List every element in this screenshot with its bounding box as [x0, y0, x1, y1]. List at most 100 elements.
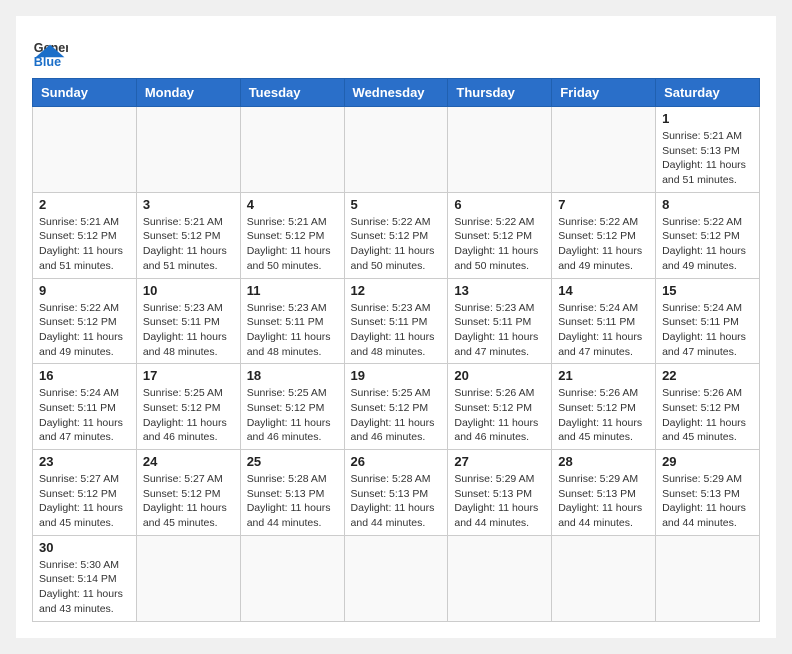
calendar-cell: [448, 107, 552, 193]
day-info: Sunrise: 5:22 AM Sunset: 5:12 PM Dayligh…: [39, 301, 130, 360]
day-info: Sunrise: 5:22 AM Sunset: 5:12 PM Dayligh…: [454, 215, 545, 274]
page-header: General Blue: [32, 32, 760, 68]
day-info: Sunrise: 5:21 AM Sunset: 5:12 PM Dayligh…: [247, 215, 338, 274]
col-header-monday: Monday: [136, 79, 240, 107]
day-number: 19: [351, 368, 442, 383]
day-number: 2: [39, 197, 130, 212]
calendar-cell: 30Sunrise: 5:30 AM Sunset: 5:14 PM Dayli…: [33, 535, 137, 621]
day-number: 5: [351, 197, 442, 212]
day-number: 11: [247, 283, 338, 298]
day-info: Sunrise: 5:27 AM Sunset: 5:12 PM Dayligh…: [39, 472, 130, 531]
day-info: Sunrise: 5:23 AM Sunset: 5:11 PM Dayligh…: [454, 301, 545, 360]
calendar-cell: 21Sunrise: 5:26 AM Sunset: 5:12 PM Dayli…: [552, 364, 656, 450]
col-header-sunday: Sunday: [33, 79, 137, 107]
calendar-cell: 22 Sunrise: 5:26 AM Sunset: 5:12 PM Dayli…: [656, 364, 760, 450]
day-info: Sunrise: 5:22 AM Sunset: 5:12 PM Dayligh…: [662, 215, 753, 274]
day-number: 27: [454, 454, 545, 469]
day-info: Sunrise: 5:27 AM Sunset: 5:12 PM Dayligh…: [143, 472, 234, 531]
calendar-cell: [33, 107, 137, 193]
calendar-cell: 25 Sunrise: 5:28 AM Sunset: 5:13 PM Dayli…: [240, 450, 344, 536]
day-number: 1: [662, 111, 753, 126]
calendar-cell: [344, 535, 448, 621]
day-number: 20: [454, 368, 545, 383]
calendar-cell: 2 Sunrise: 5:21 AM Sunset: 5:12 PM Daylig…: [33, 192, 137, 278]
day-info: Sunrise: 5:21 AM Sunset: 5:12 PM Dayligh…: [143, 215, 234, 274]
day-info: Sunrise: 5:25 AM Sunset: 5:12 PM Dayligh…: [351, 386, 442, 445]
day-info: Sunrise: 5:28 AM Sunset: 5:13 PM Dayligh…: [247, 472, 338, 531]
day-number: 4: [247, 197, 338, 212]
calendar-week-5: 23 Sunrise: 5:27 AM Sunset: 5:12 PM Dayli…: [33, 450, 760, 536]
calendar-cell: 6 Sunrise: 5:22 AM Sunset: 5:12 PM Daylig…: [448, 192, 552, 278]
calendar-cell: 4 Sunrise: 5:21 AM Sunset: 5:12 PM Daylig…: [240, 192, 344, 278]
calendar-cell: 16 Sunrise: 5:24 AM Sunset: 5:11 PM Dayli…: [33, 364, 137, 450]
calendar-week-6: 30Sunrise: 5:30 AM Sunset: 5:14 PM Dayli…: [33, 535, 760, 621]
day-info: Sunrise: 5:25 AM Sunset: 5:12 PM Dayligh…: [143, 386, 234, 445]
day-number: 16: [39, 368, 130, 383]
day-number: 18: [247, 368, 338, 383]
calendar-cell: 15 Sunrise: 5:24 AM Sunset: 5:11 PM Dayli…: [656, 278, 760, 364]
day-info: Sunrise: 5:26 AM Sunset: 5:12 PM Dayligh…: [662, 386, 753, 445]
calendar-cell: 10 Sunrise: 5:23 AM Sunset: 5:11 PM Dayli…: [136, 278, 240, 364]
calendar-cell: 8 Sunrise: 5:22 AM Sunset: 5:12 PM Daylig…: [656, 192, 760, 278]
day-info: Sunrise: 5:24 AM Sunset: 5:11 PM Dayligh…: [558, 301, 649, 360]
calendar-table: SundayMondayTuesdayWednesdayThursdayFrid…: [32, 78, 760, 622]
calendar-cell: 29Sunrise: 5:29 AM Sunset: 5:13 PM Dayli…: [656, 450, 760, 536]
calendar-cell: [344, 107, 448, 193]
calendar-week-2: 2 Sunrise: 5:21 AM Sunset: 5:12 PM Daylig…: [33, 192, 760, 278]
calendar-cell: 27Sunrise: 5:29 AM Sunset: 5:13 PM Dayli…: [448, 450, 552, 536]
day-info: Sunrise: 5:22 AM Sunset: 5:12 PM Dayligh…: [558, 215, 649, 274]
logo: General Blue: [32, 32, 72, 68]
day-number: 14: [558, 283, 649, 298]
day-info: Sunrise: 5:21 AM Sunset: 5:13 PM Dayligh…: [662, 129, 753, 188]
col-header-wednesday: Wednesday: [344, 79, 448, 107]
day-number: 15: [662, 283, 753, 298]
day-number: 25: [247, 454, 338, 469]
calendar-cell: 28 Sunrise: 5:29 AM Sunset: 5:13 PM Dayli…: [552, 450, 656, 536]
day-info: Sunrise: 5:28 AM Sunset: 5:13 PM Dayligh…: [351, 472, 442, 531]
calendar-cell: 19 Sunrise: 5:25 AM Sunset: 5:12 PM Dayli…: [344, 364, 448, 450]
day-info: Sunrise: 5:29 AM Sunset: 5:13 PM Dayligh…: [662, 472, 753, 531]
calendar-page: General Blue SundayMondayTuesdayWednesda…: [16, 16, 776, 638]
calendar-cell: [136, 107, 240, 193]
calendar-cell: 13Sunrise: 5:23 AM Sunset: 5:11 PM Dayli…: [448, 278, 552, 364]
day-info: Sunrise: 5:23 AM Sunset: 5:11 PM Dayligh…: [143, 301, 234, 360]
col-header-tuesday: Tuesday: [240, 79, 344, 107]
day-number: 24: [143, 454, 234, 469]
day-number: 8: [662, 197, 753, 212]
logo-icon: General Blue: [32, 32, 68, 68]
svg-text:Blue: Blue: [34, 55, 61, 68]
calendar-cell: 23 Sunrise: 5:27 AM Sunset: 5:12 PM Dayli…: [33, 450, 137, 536]
calendar-cell: 12Sunrise: 5:23 AM Sunset: 5:11 PM Dayli…: [344, 278, 448, 364]
day-info: Sunrise: 5:24 AM Sunset: 5:11 PM Dayligh…: [662, 301, 753, 360]
day-info: Sunrise: 5:26 AM Sunset: 5:12 PM Dayligh…: [558, 386, 649, 445]
day-info: Sunrise: 5:24 AM Sunset: 5:11 PM Dayligh…: [39, 386, 130, 445]
day-number: 23: [39, 454, 130, 469]
day-info: Sunrise: 5:30 AM Sunset: 5:14 PM Dayligh…: [39, 558, 130, 617]
calendar-cell: [136, 535, 240, 621]
day-info: Sunrise: 5:22 AM Sunset: 5:12 PM Dayligh…: [351, 215, 442, 274]
day-info: Sunrise: 5:21 AM Sunset: 5:12 PM Dayligh…: [39, 215, 130, 274]
calendar-week-3: 9Sunrise: 5:22 AM Sunset: 5:12 PM Daylig…: [33, 278, 760, 364]
calendar-cell: [656, 535, 760, 621]
day-number: 6: [454, 197, 545, 212]
calendar-cell: 5 Sunrise: 5:22 AM Sunset: 5:12 PM Daylig…: [344, 192, 448, 278]
calendar-cell: 18 Sunrise: 5:25 AM Sunset: 5:12 PM Dayli…: [240, 364, 344, 450]
calendar-cell: [552, 535, 656, 621]
calendar-cell: [240, 535, 344, 621]
calendar-cell: [552, 107, 656, 193]
calendar-cell: 7Sunrise: 5:22 AM Sunset: 5:12 PM Daylig…: [552, 192, 656, 278]
day-number: 17: [143, 368, 234, 383]
calendar-cell: 24 Sunrise: 5:27 AM Sunset: 5:12 PM Dayli…: [136, 450, 240, 536]
day-number: 22: [662, 368, 753, 383]
calendar-cell: 9Sunrise: 5:22 AM Sunset: 5:12 PM Daylig…: [33, 278, 137, 364]
calendar-cell: [448, 535, 552, 621]
day-number: 26: [351, 454, 442, 469]
day-info: Sunrise: 5:25 AM Sunset: 5:12 PM Dayligh…: [247, 386, 338, 445]
day-number: 10: [143, 283, 234, 298]
day-number: 28: [558, 454, 649, 469]
day-info: Sunrise: 5:29 AM Sunset: 5:13 PM Dayligh…: [558, 472, 649, 531]
calendar-cell: [240, 107, 344, 193]
col-header-friday: Friday: [552, 79, 656, 107]
col-header-thursday: Thursday: [448, 79, 552, 107]
day-info: Sunrise: 5:23 AM Sunset: 5:11 PM Dayligh…: [247, 301, 338, 360]
